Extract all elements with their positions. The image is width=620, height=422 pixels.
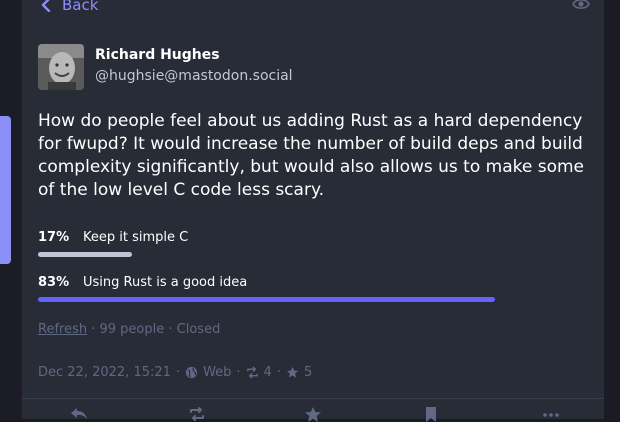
avatar[interactable] [38, 44, 84, 90]
action-bar-divider [22, 398, 604, 399]
reply-icon[interactable] [70, 406, 88, 422]
status-date[interactable]: Dec 22, 2022, 15:21 [38, 365, 171, 380]
globe-icon [185, 366, 198, 379]
poll-option-percent: 83% [38, 275, 70, 290]
column-header: Back [22, 0, 604, 18]
eye-icon[interactable] [572, 0, 590, 11]
author-handle[interactable]: @hughsie@mastodon.social [95, 68, 293, 84]
status-panel: Back Richard Hughes @hughsie@mastodon.so… [22, 0, 604, 422]
author-name[interactable]: Richard Hughes [95, 47, 220, 63]
boost-count[interactable]: 4 [264, 365, 272, 380]
poll-bar [38, 297, 495, 302]
back-label: Back [62, 0, 99, 14]
poll-refresh-link[interactable]: Refresh [38, 322, 87, 337]
poll-option-label: Keep it simple C [83, 230, 189, 245]
right-gutter [604, 0, 620, 419]
more-icon[interactable] [542, 406, 560, 422]
separator-dot: · [91, 322, 100, 337]
bookmark-icon[interactable] [422, 406, 440, 422]
status-meta: Dec 22, 2022, 15:21 · Web · 4 · 5 [38, 365, 312, 380]
status-content: How do people feel about us adding Rust … [38, 111, 584, 200]
status-application[interactable]: Web [203, 365, 231, 380]
separator-dot: · [276, 365, 281, 380]
poll-option-percent: 17% [38, 230, 70, 245]
star-icon[interactable] [304, 406, 322, 422]
star-icon [286, 366, 299, 378]
poll-bar-track [38, 252, 495, 257]
separator-dot: · [175, 365, 181, 380]
retweet-icon[interactable] [188, 406, 206, 422]
poll-status: Closed [176, 322, 221, 337]
poll-footer: Refresh · 99 people · Closed [38, 322, 220, 337]
separator-dot: · [236, 365, 241, 380]
poll-bar [38, 252, 132, 257]
separator-dot: · [168, 322, 177, 337]
chevron-left-icon [41, 0, 51, 12]
poll-option-label: Using Rust is a good idea [83, 275, 248, 290]
action-bar [22, 406, 604, 422]
retweet-icon [246, 366, 258, 379]
favourite-count[interactable]: 5 [304, 365, 312, 380]
poll-voters: 99 people [99, 322, 165, 337]
avatar-image [38, 44, 84, 90]
back-button[interactable]: Back [40, 0, 98, 14]
poll-bar-track [38, 297, 495, 302]
left-column-tab[interactable] [0, 116, 11, 264]
